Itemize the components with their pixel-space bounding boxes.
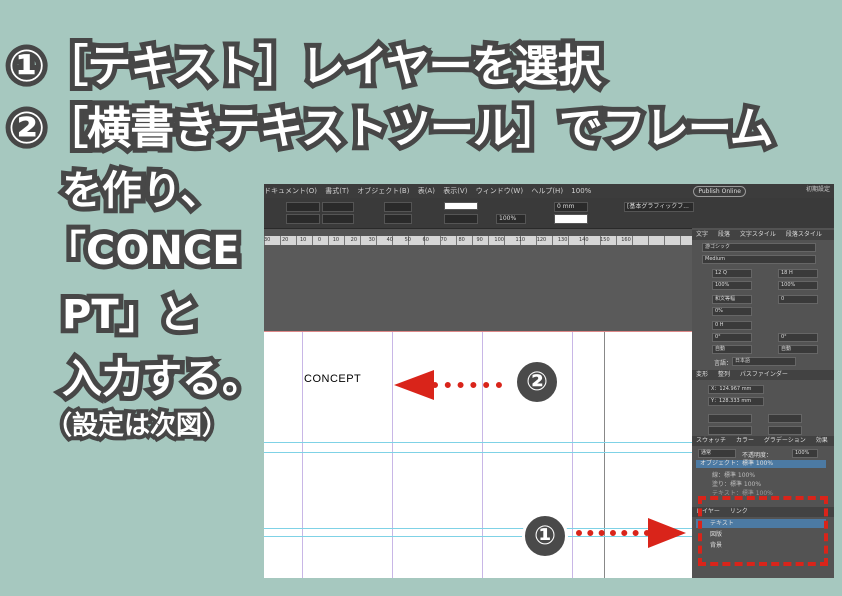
stroke-type-field[interactable] [444, 214, 478, 224]
headline-line6: 入力する。 [57, 351, 267, 407]
column-guide [392, 332, 393, 578]
scale-x-field[interactable] [384, 202, 412, 212]
headline-line4: 「CONCE [41, 223, 244, 279]
aki-left-field[interactable]: 自動 [712, 345, 752, 354]
tracking-field[interactable]: 0 [778, 295, 818, 304]
step-one-marker: ① [522, 513, 568, 559]
kerning-field[interactable]: 和文等幅 [712, 295, 752, 304]
tab-transform[interactable]: 変形 [696, 371, 708, 378]
font-style-select[interactable]: Medium [702, 255, 816, 264]
column-guide [302, 332, 303, 578]
arrow-one-line [576, 530, 650, 536]
effect-row-fill[interactable]: 塗り：標準 100% [712, 479, 761, 488]
ref-y-field[interactable] [286, 214, 320, 224]
tab-paragraph[interactable]: 段落 [718, 231, 730, 238]
arrow-two-head [394, 370, 434, 400]
column-guide [604, 332, 605, 578]
row-guide [264, 442, 692, 443]
effect-row-object[interactable]: オブジェクト：標準 100% [696, 460, 826, 468]
tsume-field[interactable]: 0% [712, 307, 752, 316]
row-guide [264, 528, 692, 529]
layer-highlight-box [698, 496, 828, 566]
column-guide [482, 332, 483, 578]
step-two-marker: ② [514, 359, 560, 405]
ref-x-field[interactable] [286, 202, 320, 212]
aki-right-field[interactable]: 自動 [778, 345, 818, 354]
width-field[interactable] [322, 202, 354, 212]
menu-item[interactable]: 書式(T) [325, 187, 349, 195]
document-page[interactable]: CONCEPT [264, 331, 692, 578]
scale-x-percent-field[interactable] [708, 414, 752, 423]
x-position-field[interactable]: X：124.967 mm [708, 385, 764, 394]
scale-y-field[interactable] [384, 214, 412, 224]
blend-mode-select[interactable]: 通常 [698, 449, 736, 458]
skew-field[interactable]: 0° [778, 333, 818, 342]
headline-note: （設定は次図） [42, 407, 232, 445]
character-panel-tabs: 文字 段落 文字スタイル 段落スタイル [692, 230, 834, 240]
control-panel: 100% 0 mm [基本グラフィックフ... [264, 198, 834, 229]
font-family-select[interactable]: 游ゴシック [702, 243, 816, 252]
effects-panel-tabs: スウォッチ カラー グラデーション 効果 [692, 436, 834, 446]
tab-align[interactable]: 整列 [718, 371, 730, 378]
menu-item[interactable]: 表示(V) [443, 187, 467, 195]
headline-line3: を作り、 [57, 163, 225, 219]
tab-color[interactable]: カラー [736, 437, 754, 444]
tab-character[interactable]: 文字 [696, 231, 708, 238]
leading-field[interactable]: 18 H [778, 269, 818, 278]
pasteboard [264, 245, 692, 331]
workspace-switcher[interactable]: 初期設定 [806, 184, 830, 193]
scale-field[interactable]: 100% [496, 214, 526, 224]
object-style-select[interactable]: [基本グラフィックフ... [624, 202, 694, 212]
baseline-field[interactable]: 0 H [712, 321, 752, 330]
scale-y-percent-field[interactable] [708, 426, 752, 435]
arrow-two-line [432, 382, 502, 388]
headline-line1: ①［テキスト］レイヤーを選択 [3, 36, 607, 97]
tab-effects[interactable]: 効果 [816, 437, 828, 444]
horizontal-ruler: 30 20 10 0 10 20 30 40 50 60 70 80 90 10… [264, 236, 692, 245]
opacity-field[interactable]: 100% [792, 449, 818, 458]
concept-text-frame[interactable]: CONCEPT [304, 373, 361, 385]
publish-online-button[interactable]: Publish Online [693, 186, 746, 197]
vertical-scale-field[interactable]: 100% [712, 281, 752, 290]
stroke-field[interactable]: 0 mm [554, 202, 588, 212]
headline-line5: PT」と [57, 287, 204, 343]
row-guide [264, 536, 692, 537]
arrow-one-head [648, 518, 686, 548]
menu-item[interactable]: ドキュメント(O) [264, 187, 317, 195]
row-guide [264, 452, 692, 453]
indesign-screenshot: ドキュメント(O) 書式(T) オブジェクト(B) 表(A) 表示(V) ウィン… [264, 184, 834, 578]
stroke-weight-swatch[interactable] [444, 202, 478, 210]
menu-bar: ドキュメント(O) 書式(T) オブジェクト(B) 表(A) 表示(V) ウィン… [264, 184, 834, 198]
fill-swatch[interactable] [554, 214, 588, 224]
transform-panel-tabs: 変形 整列 パスファインダー [692, 370, 834, 380]
height-field[interactable] [322, 214, 354, 224]
headline-line2: ②［横書きテキストツール］でフレーム [3, 98, 779, 159]
tab-gradient[interactable]: グラデーション [764, 437, 806, 444]
language-label: 言語： [714, 360, 733, 367]
menu-item[interactable]: ヘルプ(H) [531, 187, 563, 195]
menu-item[interactable]: オブジェクト(B) [357, 187, 409, 195]
column-guide [572, 332, 573, 578]
rotation-field[interactable]: 0° [712, 333, 752, 342]
y-position-field[interactable]: Y：128.333 mm [708, 397, 764, 406]
zoom-level[interactable]: 100% [571, 187, 591, 195]
tab-char-style[interactable]: 文字スタイル [740, 231, 776, 238]
shear-field[interactable] [768, 426, 802, 435]
opacity-label: 不透明度： [742, 452, 773, 459]
menu-item[interactable]: ウィンドウ(W) [476, 187, 523, 195]
menu-item[interactable]: 表(A) [418, 187, 435, 195]
tab-swatches[interactable]: スウォッチ [696, 437, 726, 444]
effect-row-stroke[interactable]: 線：標準 100% [712, 470, 755, 479]
language-select[interactable]: 日本語 [732, 357, 796, 366]
tab-para-style[interactable]: 段落スタイル [786, 231, 822, 238]
tab-pathfinder[interactable]: パスファインダー [740, 371, 788, 378]
horizontal-scale-field[interactable]: 100% [778, 281, 818, 290]
rotate-field[interactable] [768, 414, 802, 423]
font-size-field[interactable]: 12 Q [712, 269, 752, 278]
